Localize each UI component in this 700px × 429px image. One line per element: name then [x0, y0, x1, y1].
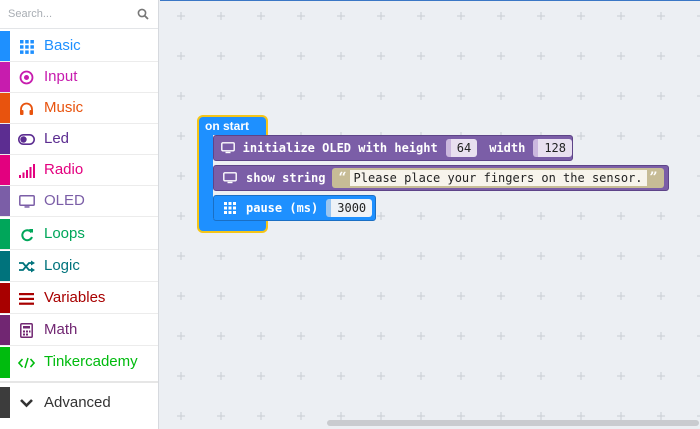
category-input[interactable]: Input — [0, 62, 158, 93]
on-start-block-footer[interactable] — [197, 219, 268, 233]
category-color-bar — [0, 31, 10, 61]
string-input[interactable]: Please place your fingers on the sensor. — [349, 170, 647, 186]
category-color-bar — [0, 283, 10, 313]
category-label: Radio — [44, 161, 84, 178]
toggle-icon — [18, 131, 35, 148]
category-color-bar — [0, 186, 10, 216]
code-icon — [18, 354, 35, 371]
category-label: Input — [44, 68, 78, 85]
signal-bars-icon — [18, 162, 35, 179]
category-color-bar — [0, 93, 10, 123]
category-color-bar — [0, 347, 10, 378]
divider — [0, 381, 158, 383]
string-value-block[interactable]: “ Please place your fingers on the senso… — [332, 168, 664, 188]
initialize-oled-label: initialize OLED with height — [242, 141, 438, 155]
category-label: OLED — [44, 192, 85, 209]
category-color-bar — [0, 62, 10, 92]
category-label: Led — [44, 130, 70, 147]
on-start-block-body[interactable] — [197, 133, 213, 221]
width-input[interactable]: 128 — [533, 139, 572, 157]
show-string-block[interactable]: show string “ Please place your fingers … — [213, 165, 669, 191]
category-oled[interactable]: OLED — [0, 186, 158, 217]
height-input[interactable]: 64 — [445, 139, 478, 157]
on-start-label: on start — [205, 119, 250, 133]
monitor-icon — [18, 193, 35, 210]
category-label: Variables — [44, 289, 106, 306]
category-color-bar — [0, 251, 10, 281]
category-color-bar — [0, 155, 10, 185]
category-led[interactable]: Led — [0, 124, 158, 155]
category-loops[interactable]: Loops — [0, 219, 158, 250]
search-icon[interactable] — [137, 8, 149, 20]
pause-label: pause (ms) — [246, 201, 319, 215]
monitor-icon — [221, 140, 236, 156]
category-label: Math — [44, 321, 78, 338]
list-icon — [18, 290, 35, 307]
refresh-icon — [18, 226, 35, 243]
open-quote-icon: “ — [338, 170, 347, 186]
category-color-bar — [0, 315, 10, 345]
search-input[interactable] — [6, 4, 138, 24]
pause-ms-input[interactable]: 3000 — [326, 199, 373, 217]
category-label: Tinkercademy — [44, 353, 138, 370]
category-basic[interactable]: Basic — [0, 31, 158, 62]
category-color-bar — [0, 387, 10, 418]
pause-block[interactable]: pause (ms) 3000 — [213, 195, 376, 221]
grid-icon — [18, 38, 35, 55]
target-icon — [18, 69, 35, 86]
grid-icon — [221, 200, 239, 216]
category-label: Advanced — [44, 394, 111, 411]
chevron-down-icon — [20, 399, 33, 408]
workspace-top-border — [160, 0, 700, 1]
category-color-bar — [0, 219, 10, 249]
category-label: Loops — [44, 225, 85, 242]
toolbox: Basic Input Music Led Radio OLED — [0, 0, 159, 429]
search-box — [0, 0, 158, 29]
width-label: width — [489, 141, 526, 155]
category-variables[interactable]: Variables — [0, 283, 158, 314]
show-string-label: show string — [246, 171, 326, 185]
initialize-oled-block[interactable]: initialize OLED with height 64 width 128 — [213, 135, 573, 161]
category-math[interactable]: Math — [0, 315, 158, 346]
category-radio[interactable]: Radio — [0, 155, 158, 186]
category-label: Logic — [44, 257, 80, 274]
horizontal-scrollbar[interactable] — [327, 420, 699, 426]
category-color-bar — [0, 124, 10, 154]
on-start-block[interactable]: on start — [197, 115, 268, 135]
category-logic[interactable]: Logic — [0, 251, 158, 282]
close-quote-icon: ” — [649, 170, 658, 186]
shuffle-icon — [18, 258, 35, 275]
category-advanced[interactable]: Advanced — [0, 387, 158, 418]
headphones-icon — [18, 100, 35, 117]
monitor-icon — [221, 170, 239, 186]
category-music[interactable]: Music — [0, 93, 158, 124]
category-label: Music — [44, 99, 84, 116]
category-tinkercademy[interactable]: Tinkercademy — [0, 347, 158, 378]
calculator-icon — [18, 322, 35, 339]
category-label: Basic — [44, 37, 81, 54]
